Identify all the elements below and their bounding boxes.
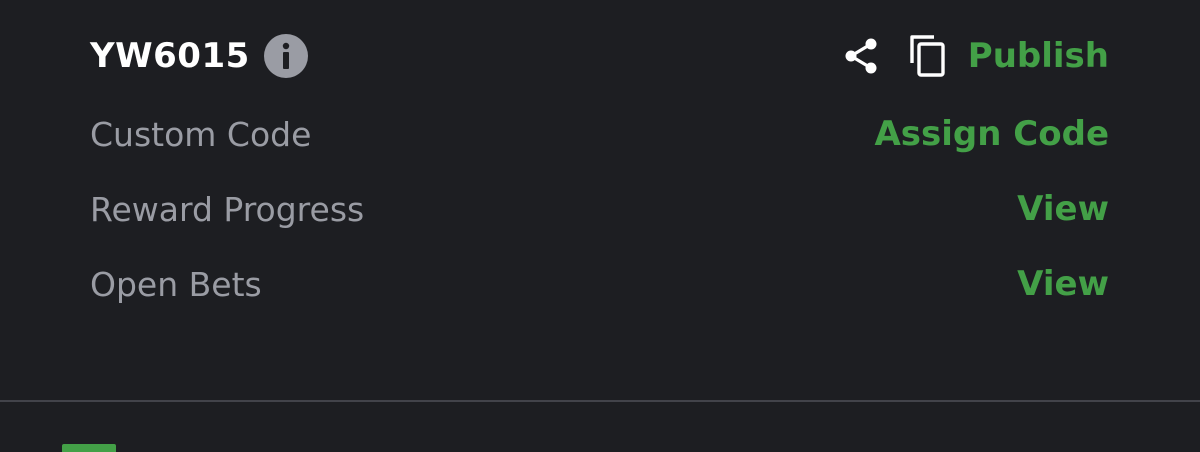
open-bets-row: Open Bets View <box>90 259 1109 309</box>
reward-progress-view-button[interactable]: View <box>1017 189 1109 229</box>
reward-progress-label: Reward Progress <box>90 189 365 229</box>
section-divider <box>0 400 1200 402</box>
booking-code-header: YW6015 Publish <box>90 28 1109 84</box>
booking-code-group: YW6015 <box>90 34 308 78</box>
publish-button[interactable]: Publish <box>968 36 1109 76</box>
reward-progress-row: Reward Progress View <box>90 184 1109 234</box>
open-bets-view-button[interactable]: View <box>1017 264 1109 304</box>
share-icon[interactable] <box>840 35 882 77</box>
open-bets-label: Open Bets <box>90 264 262 304</box>
booking-code: YW6015 <box>90 36 250 76</box>
custom-code-label: Custom Code <box>90 114 312 154</box>
info-icon[interactable] <box>263 34 308 78</box>
next-section-badge <box>62 444 116 452</box>
copy-icon[interactable] <box>908 33 950 79</box>
custom-code-row: Custom Code Assign Code <box>90 109 1109 159</box>
assign-code-button[interactable]: Assign Code <box>874 114 1109 154</box>
header-actions: Publish <box>840 33 1109 79</box>
